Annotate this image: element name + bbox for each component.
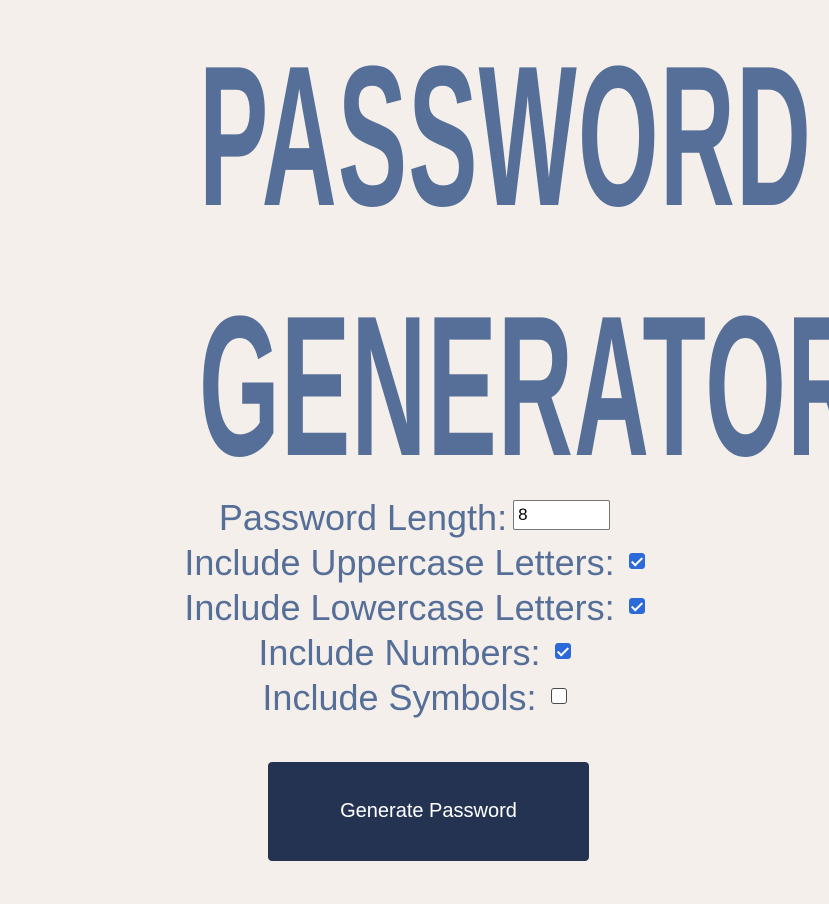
symbols-checkbox[interactable] (550, 688, 567, 705)
symbols-row: Include Symbols: (0, 672, 829, 718)
page-title-line-1: PASSWORD (198, 25, 813, 248)
lowercase-row: Include Lowercase Letters: (0, 582, 829, 628)
length-label: Password Length: (218, 496, 508, 538)
page: PASSWORD GENERATOR Password Length: Incl… (0, 0, 829, 904)
uppercase-checkbox[interactable] (628, 553, 645, 570)
lowercase-label: Include Lowercase Letters: (184, 586, 615, 628)
numbers-row: Include Numbers: (0, 627, 829, 673)
length-row: Password Length: (0, 492, 829, 538)
length-input[interactable] (513, 500, 611, 531)
symbols-label: Include Symbols: (262, 676, 537, 718)
numbers-checkbox[interactable] (554, 643, 571, 660)
page-title-line-2: GENERATOR (198, 275, 829, 498)
options-form: Password Length: Include Uppercase Lette… (0, 492, 829, 718)
numbers-label: Include Numbers: (258, 631, 541, 673)
uppercase-row: Include Uppercase Letters: (0, 537, 829, 583)
uppercase-label: Include Uppercase Letters: (184, 541, 615, 583)
generate-password-button[interactable]: Generate Password (268, 762, 589, 861)
lowercase-checkbox[interactable] (628, 598, 645, 615)
